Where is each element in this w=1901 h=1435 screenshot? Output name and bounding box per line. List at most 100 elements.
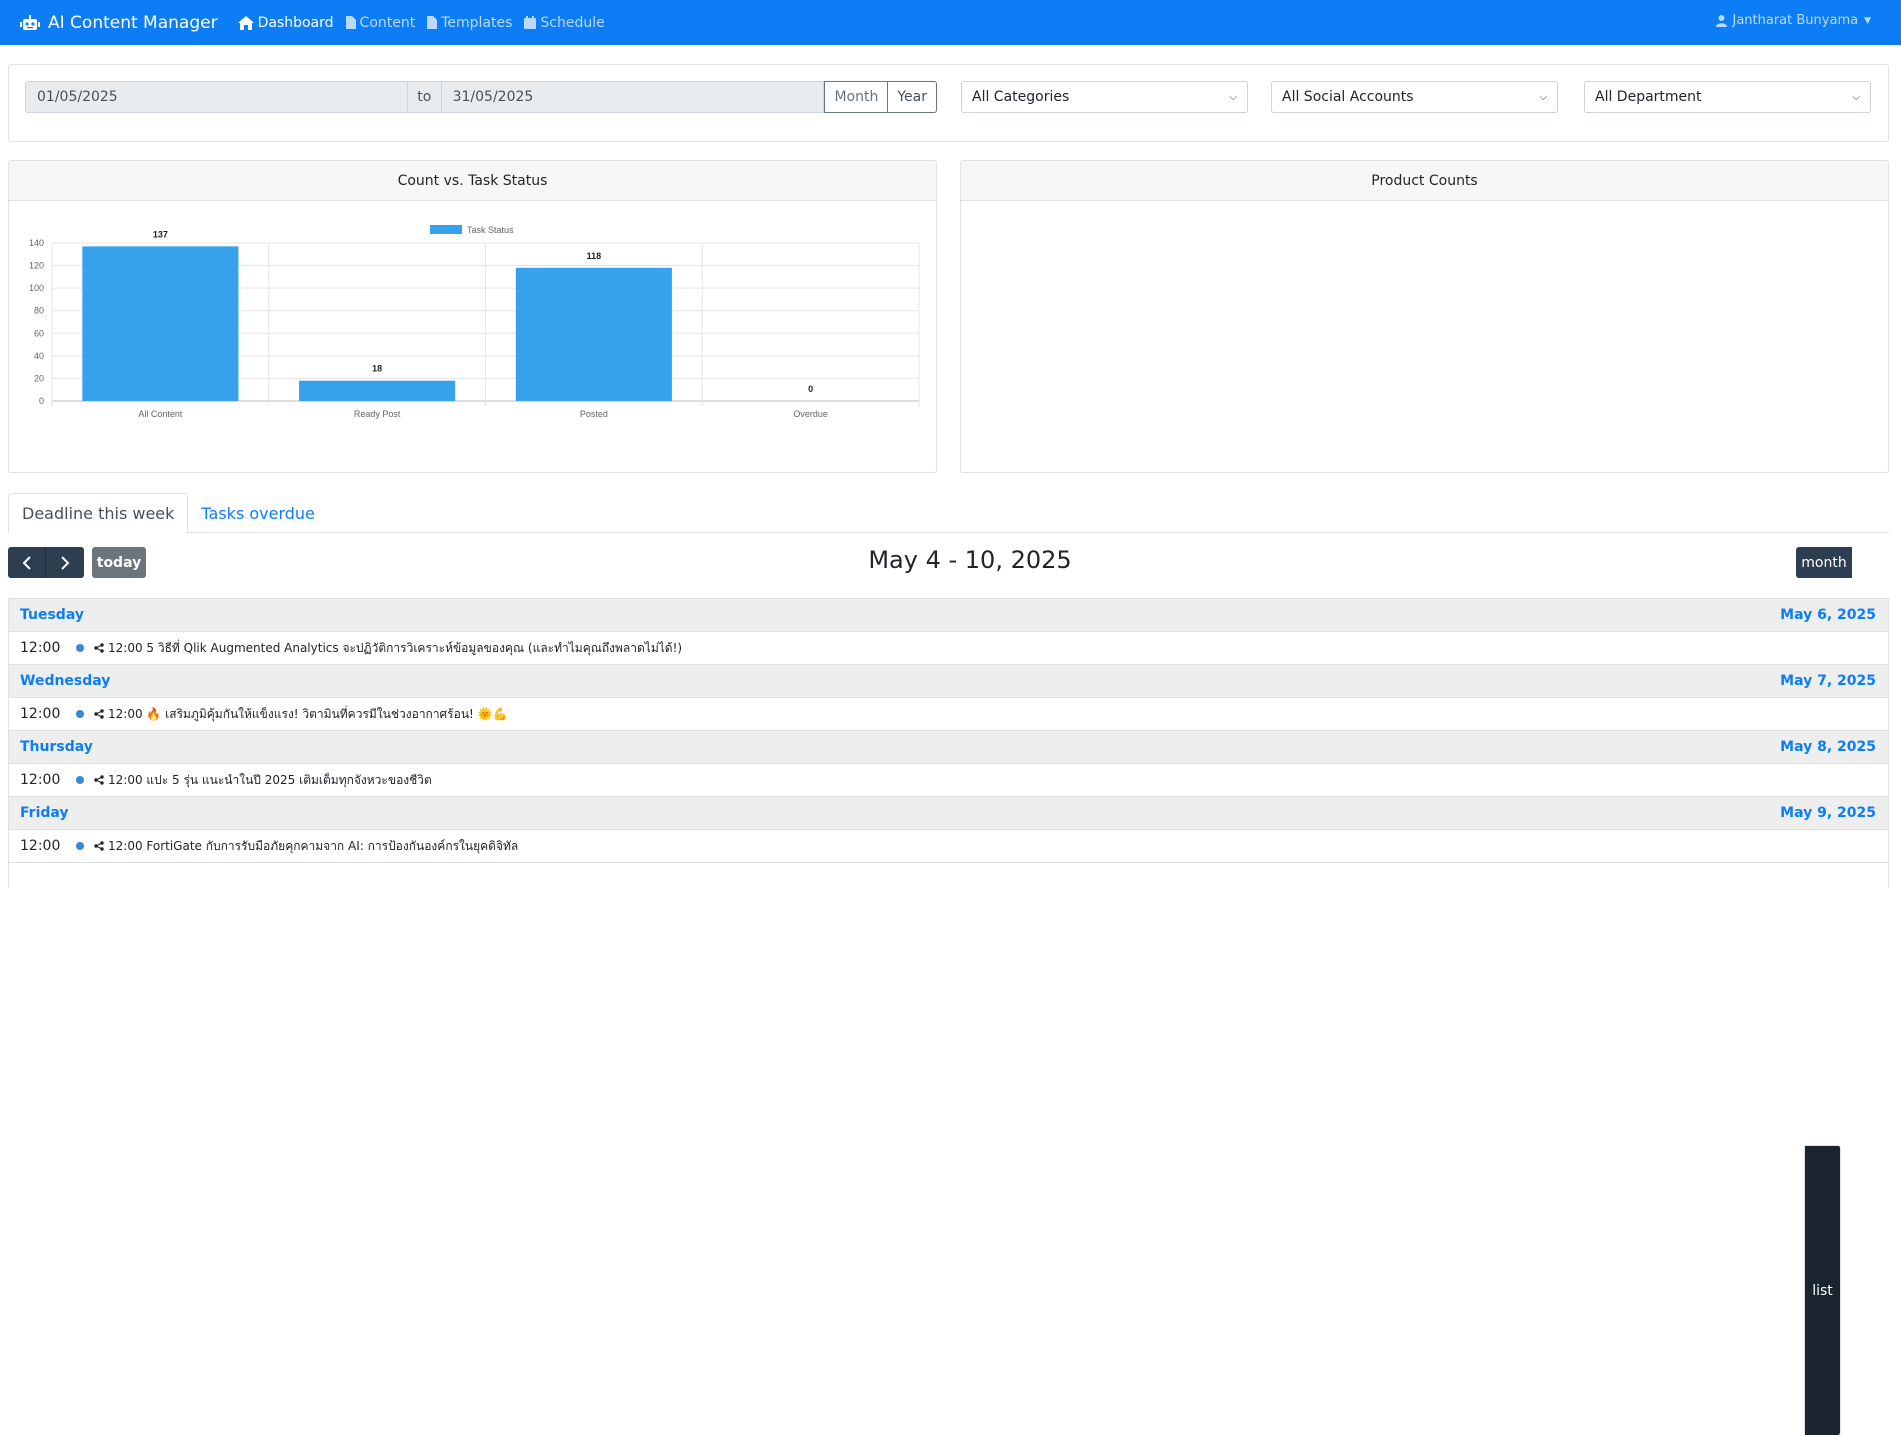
date-end-input[interactable]: 31/05/2025 xyxy=(441,81,825,113)
event-time: 12:00 xyxy=(20,772,61,788)
list-view-button[interactable]: list xyxy=(1804,1145,1841,1435)
nav-content-label: Content xyxy=(359,14,416,31)
categories-select[interactable]: All Categories ⌵ xyxy=(961,81,1248,113)
social-accounts-value: All Social Accounts xyxy=(1282,89,1414,105)
categories-value: All Categories xyxy=(972,89,1070,105)
x-tick-label: All Content xyxy=(138,409,183,419)
deadline-tabs: Deadline this week Tasks overdue xyxy=(8,493,1889,534)
event-dot xyxy=(76,842,84,850)
month-view-button[interactable]: month xyxy=(1796,547,1852,578)
task-status-card-title: Count vs. Task Status xyxy=(9,161,936,201)
home-icon xyxy=(237,15,254,30)
month-button[interactable]: Month xyxy=(824,81,889,113)
calendar-icon xyxy=(524,16,537,29)
data-label: 0 xyxy=(808,384,813,394)
bar xyxy=(82,246,239,401)
tab-deadline-this-week[interactable]: Deadline this week xyxy=(8,493,189,534)
chevron-down-icon: ⌵ xyxy=(1229,91,1237,103)
day-header: Friday May 9, 2025 xyxy=(9,797,1888,830)
nav-schedule-label: Schedule xyxy=(540,14,605,31)
event-row[interactable]: 12:00 12:00 FortiGate กับการรับมือภัยคุก… xyxy=(9,830,1888,863)
filter-card: 01/05/2025 to 31/05/2025 Month Year All … xyxy=(8,64,1889,142)
date-range-group: 01/05/2025 to 31/05/2025 Month Year xyxy=(25,81,937,113)
caret-down-icon: ▼ xyxy=(1864,15,1871,26)
nav-schedule[interactable]: Schedule xyxy=(524,14,605,31)
day-name[interactable]: Friday xyxy=(20,805,69,821)
date-start-input[interactable]: 01/05/2025 xyxy=(25,81,408,113)
event-row[interactable]: 12:00 12:00 5 วิธีที่ Qlik Augmented Ana… xyxy=(9,632,1888,665)
y-tick-label: 40 xyxy=(34,351,44,361)
view-toggle-group: month list xyxy=(1796,547,1852,1435)
event-dot xyxy=(76,710,84,718)
task-status-card: Count vs. Task Status Task Status 0 20 40 60… xyxy=(8,160,937,473)
product-counts-card-title: Product Counts xyxy=(961,161,1888,201)
event-dot xyxy=(76,776,84,784)
legend-swatch xyxy=(430,225,462,234)
event-title[interactable]: 12:00 5 วิธีที่ Qlik Augmented Analytics… xyxy=(108,639,682,658)
event-row[interactable]: 12:00 12:00 แปะ 5 รุ่น แนะนำในปี 2025 เต… xyxy=(9,764,1888,797)
product-counts-card: Product Counts xyxy=(960,160,1889,473)
day-header: Tuesday May 6, 2025 xyxy=(9,599,1888,632)
y-tick-label: 80 xyxy=(34,306,44,316)
day-header: Thursday May 8, 2025 xyxy=(9,731,1888,764)
day-name[interactable]: Thursday xyxy=(20,739,93,755)
data-label: 18 xyxy=(372,364,382,374)
bar xyxy=(515,267,672,401)
date-to-label: to xyxy=(407,81,442,113)
chevron-down-icon: ⌵ xyxy=(1852,91,1860,103)
share-icon xyxy=(94,775,104,785)
event-title[interactable]: 12:00 FortiGate กับการรับมือภัยคุกคามจาก… xyxy=(108,837,518,856)
top-navbar: AI Content Manager Dashboard Content Tem… xyxy=(0,0,1901,45)
x-tick-label: Posted xyxy=(580,409,608,419)
tab-tasks-overdue[interactable]: Tasks overdue xyxy=(188,493,328,534)
data-label: 137 xyxy=(153,229,168,239)
file-icon xyxy=(427,16,438,29)
calendar-title: May 4 - 10, 2025 xyxy=(868,546,1072,574)
bar xyxy=(299,380,456,401)
share-icon xyxy=(94,841,104,851)
nav-templates[interactable]: Templates xyxy=(427,15,512,31)
day-name[interactable]: Tuesday xyxy=(20,607,84,623)
event-time: 12:00 xyxy=(20,838,61,854)
nav-dashboard[interactable]: Dashboard xyxy=(237,14,334,31)
social-accounts-select[interactable]: All Social Accounts ⌵ xyxy=(1271,81,1558,113)
user-name: Jantharat Bunyama xyxy=(1732,13,1859,28)
event-title[interactable]: 12:00 🔥 เสริมภูมิคุ้มกันให้แข็งแรง! วิตา… xyxy=(108,705,508,724)
day-date[interactable]: May 9, 2025 xyxy=(1780,805,1876,821)
event-title[interactable]: 12:00 แปะ 5 รุ่น แนะนำในปี 2025 เติมเต็ม… xyxy=(108,771,432,790)
share-icon xyxy=(94,643,104,653)
day-header: Wednesday May 7, 2025 xyxy=(9,665,1888,698)
y-tick-label: 20 xyxy=(34,373,44,383)
share-icon xyxy=(94,709,104,719)
nav-templates-label: Templates xyxy=(441,14,513,31)
day-name[interactable]: Wednesday xyxy=(20,673,110,689)
event-list: Tuesday May 6, 2025 12:00 12:00 5 วิธีที… xyxy=(8,598,1889,888)
department-value: All Department xyxy=(1595,89,1702,105)
data-label: 118 xyxy=(587,251,602,261)
brand-name: AI Content Manager xyxy=(48,12,218,33)
user-icon xyxy=(1715,14,1727,27)
day-date[interactable]: May 7, 2025 xyxy=(1780,673,1876,689)
robot-icon xyxy=(20,14,40,30)
task-status-chart: Task Status 0 20 40 60 80 100 120 140 137 All Cont… xyxy=(29,225,920,419)
user-menu[interactable]: Jantharat Bunyama ▼ xyxy=(1715,13,1871,28)
file-icon xyxy=(345,16,356,29)
y-tick-label: 100 xyxy=(29,283,44,293)
x-tick-label: Overdue xyxy=(793,409,828,419)
y-tick-label: 120 xyxy=(29,261,44,271)
event-dot xyxy=(76,644,84,652)
x-tick-label: Ready Post xyxy=(354,409,401,419)
event-time: 12:00 xyxy=(20,640,61,656)
chevron-down-icon: ⌵ xyxy=(1539,91,1547,103)
event-time: 12:00 xyxy=(20,706,61,722)
y-tick-label: 60 xyxy=(34,328,44,338)
brand[interactable]: AI Content Manager xyxy=(20,13,218,33)
event-row[interactable]: 12:00 12:00 🔥 เสริมภูมิคุ้มกันให้แข็งแรง… xyxy=(9,698,1888,731)
nav-content[interactable]: Content xyxy=(345,14,416,31)
day-date[interactable]: May 8, 2025 xyxy=(1780,739,1876,755)
year-button[interactable]: Year xyxy=(888,81,937,113)
legend-label: Task Status xyxy=(467,225,514,235)
nav-dashboard-label: Dashboard xyxy=(257,14,334,31)
department-select[interactable]: All Department ⌵ xyxy=(1584,81,1871,113)
day-date[interactable]: May 6, 2025 xyxy=(1780,607,1876,623)
